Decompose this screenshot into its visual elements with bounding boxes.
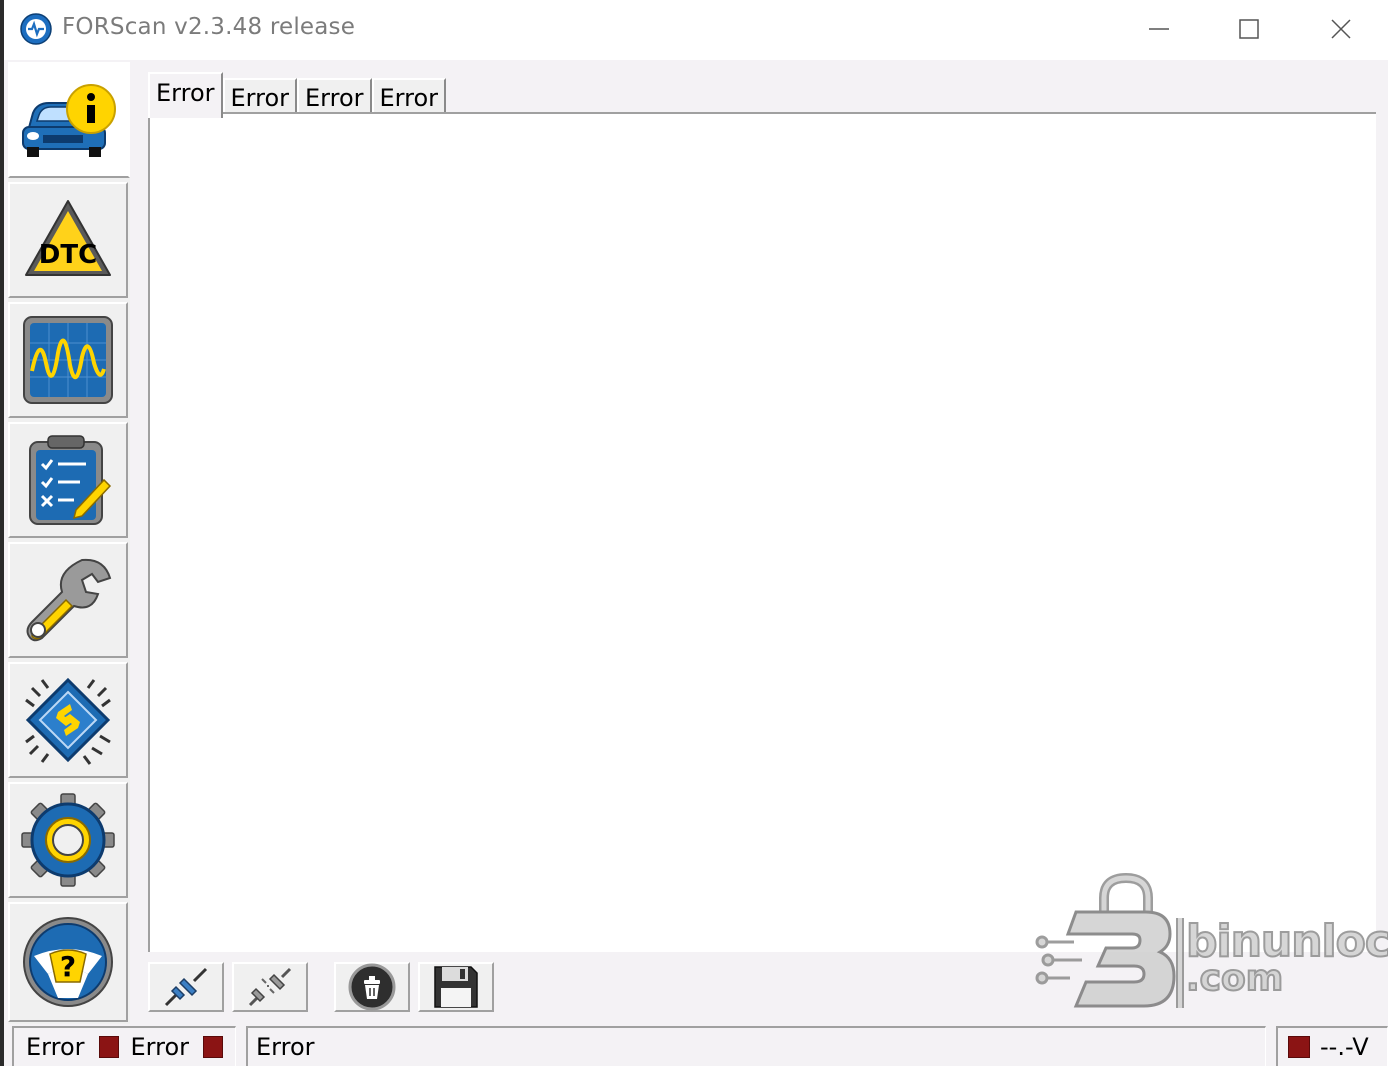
clear-button[interactable] bbox=[334, 962, 410, 1012]
status-message: Error bbox=[256, 1033, 315, 1061]
wrench-icon bbox=[26, 558, 112, 642]
main-panel: Error Error Error Error bbox=[144, 66, 1380, 956]
tab-strip: Error Error Error Error bbox=[148, 72, 446, 118]
maximize-icon bbox=[1239, 19, 1259, 39]
forscan-window: FORScan v2.3.48 release DTC ? Error Erro… bbox=[0, 0, 1388, 1066]
disconnect-button[interactable] bbox=[232, 962, 308, 1012]
close-icon bbox=[1331, 19, 1351, 39]
clear-trash-icon bbox=[348, 963, 396, 1011]
voltage-readout: --.-V bbox=[1320, 1033, 1369, 1061]
content-pane bbox=[148, 112, 1376, 952]
sidebar-item-settings[interactable] bbox=[8, 782, 128, 898]
sidebar-item-service[interactable] bbox=[8, 542, 128, 658]
sidebar-item-oscilloscope[interactable] bbox=[8, 302, 128, 418]
tab-3[interactable]: Error bbox=[297, 78, 372, 116]
status-led-2 bbox=[203, 1036, 223, 1058]
sidebar-item-configuration[interactable] bbox=[8, 662, 128, 778]
status-label-1: Error bbox=[26, 1033, 85, 1061]
connect-plug-icon bbox=[164, 967, 208, 1007]
tab-4[interactable]: Error bbox=[371, 78, 446, 116]
connect-button[interactable] bbox=[148, 962, 224, 1012]
sidebar-item-tests[interactable] bbox=[8, 422, 128, 538]
watermark-logo: binunlock .com bbox=[1034, 872, 1388, 1012]
car-info-icon bbox=[22, 84, 116, 157]
minimize-icon bbox=[1149, 28, 1169, 30]
status-voltage-cell: --.-V bbox=[1276, 1026, 1388, 1066]
forscan-app-icon bbox=[20, 13, 52, 45]
close-button[interactable] bbox=[1296, 0, 1386, 58]
sidebar-item-dtc[interactable]: DTC bbox=[8, 182, 128, 298]
window-title: FORScan v2.3.48 release bbox=[62, 14, 356, 40]
status-bar: Error Error Error --.-V bbox=[8, 1024, 1388, 1066]
checklist-icon bbox=[29, 435, 112, 525]
title-bar: FORScan v2.3.48 release bbox=[4, 0, 1388, 60]
maximize-button[interactable] bbox=[1204, 0, 1294, 58]
sidebar: DTC ? bbox=[8, 62, 130, 1024]
minimize-button[interactable] bbox=[1114, 0, 1204, 58]
watermark-text-tld: .com bbox=[1185, 957, 1284, 1000]
sidebar-item-help[interactable]: ? bbox=[8, 902, 128, 1022]
help-steering-wheel-icon: ? bbox=[23, 917, 113, 1007]
status-message-cell: Error bbox=[246, 1026, 1266, 1066]
tab-2[interactable]: Error bbox=[222, 78, 297, 116]
disconnect-plug-icon bbox=[248, 967, 292, 1007]
status-led-voltage bbox=[1288, 1036, 1310, 1058]
status-connection-cell: Error Error bbox=[12, 1026, 236, 1066]
chip-icon bbox=[25, 677, 111, 765]
binunlock-logo-icon bbox=[1035, 872, 1184, 1008]
save-button[interactable] bbox=[418, 962, 494, 1012]
status-label-2: Error bbox=[130, 1033, 190, 1061]
status-led-1 bbox=[98, 1036, 119, 1058]
dtc-warning-icon: DTC bbox=[25, 200, 111, 276]
gear-icon bbox=[21, 793, 115, 887]
svg-text:?: ? bbox=[60, 950, 76, 983]
save-floppy-icon bbox=[434, 966, 478, 1008]
svg-text:DTC: DTC bbox=[39, 240, 97, 270]
tab-1[interactable]: Error bbox=[148, 72, 223, 118]
sidebar-item-vehicle-info[interactable] bbox=[8, 62, 130, 178]
oscilloscope-icon bbox=[23, 316, 113, 404]
